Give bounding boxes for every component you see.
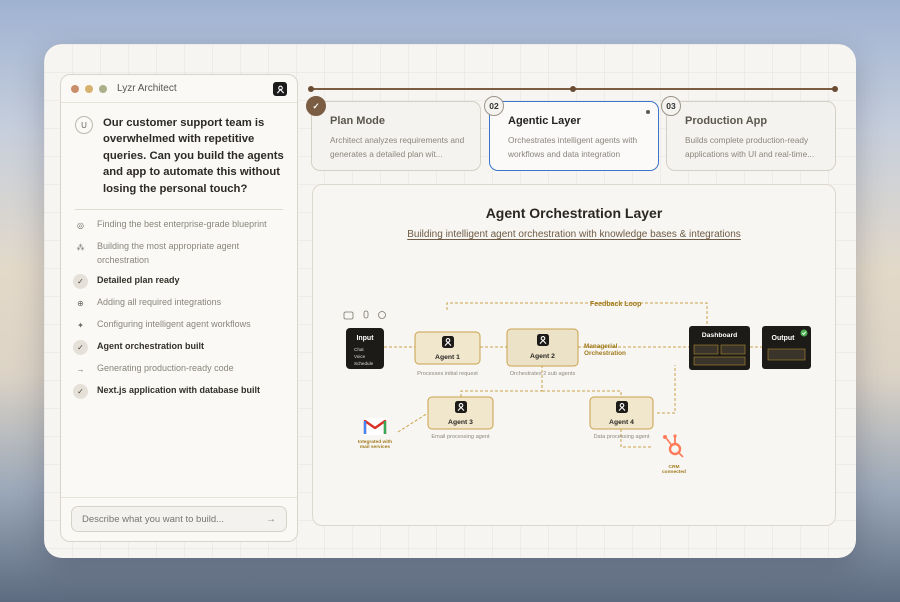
target-icon: ◎: [77, 221, 84, 231]
progress-step-label: Configuring intelligent agent workflows: [97, 319, 251, 330]
feedback-loop-line: [446, 302, 708, 325]
agent-4-label: Agent 4: [609, 419, 634, 426]
arrow-right-icon: →: [76, 365, 85, 375]
progress-step-label: Agent orchestration built: [97, 341, 205, 352]
stage-title: Agentic Layer: [508, 115, 581, 127]
sparkle-icon: ✦: [77, 321, 84, 331]
user-message-text: Our customer support team is overwhelmed…: [103, 117, 284, 195]
progress-step: ◎ Finding the best enterprise-grade bluep…: [73, 218, 285, 233]
progress-step-label: Generating production-ready code: [97, 363, 234, 374]
app-frame: Lyzr Architect U Our customer support te…: [44, 44, 856, 558]
mic-icon: [363, 310, 369, 319]
progress-step: ✦ Configuring intelligent agent workflows: [73, 318, 285, 333]
chat-icon: [343, 311, 354, 320]
progress-step: ✓ Agent orchestration built: [73, 340, 285, 356]
agent-3-label: Agent 3: [448, 419, 473, 426]
feedback-loop-label: Feedback Loop: [590, 301, 641, 308]
progress-steps: ◎ Finding the best enterprise-grade bluep…: [61, 218, 297, 400]
clock-icon: [378, 311, 386, 319]
agent-1-caption: Processes initial request: [417, 371, 478, 377]
orchestration-diagram: Feedback Loop Input Chat Voice Schedule: [343, 301, 811, 475]
input-item-chat: Chat: [354, 347, 364, 352]
check-icon: ✓: [73, 340, 88, 356]
agent-2-caption: Orchestrates 2 sub agents: [510, 371, 576, 377]
agent-4-node: Agent 4 Data processing agent: [589, 396, 654, 440]
managerial-label-line2: Orchestration: [584, 350, 626, 357]
network-icon: ⁂: [76, 243, 85, 253]
stage-number-badge: 02: [484, 96, 504, 116]
input-channel-icons: [343, 310, 386, 320]
crm-caption-line2: connected: [662, 469, 686, 475]
gmail-caption-line2: mail services: [360, 444, 390, 450]
lyzr-logo-icon: [273, 82, 287, 96]
stage-description: Orchestrates intelligent agents with wor…: [508, 135, 638, 159]
prompt-input[interactable]: [82, 513, 252, 525]
progress-step: ⁂ Building the most appropriate agent orc…: [73, 240, 285, 267]
active-indicator-dot: [646, 110, 650, 114]
check-icon: ✓: [306, 96, 326, 116]
close-window-dot[interactable]: [71, 84, 79, 93]
managerial-label-line1: Managerial: [584, 343, 618, 350]
output-label: Output: [772, 335, 796, 342]
user-message: U Our customer support team is overwhelm…: [61, 103, 297, 197]
stage-card-plan-mode[interactable]: ✓ Plan Mode Architect analyzes requireme…: [306, 96, 481, 171]
stage-description: Architect analyzes requirements and gene…: [330, 135, 465, 159]
progress-step-label: Finding the best enterprise-grade bluepr…: [97, 219, 267, 230]
progress-step-label: Detailed plan ready: [97, 275, 180, 286]
stage-progress-line: [308, 86, 838, 92]
stage-description: Builds complete production-ready applica…: [685, 135, 815, 159]
stage-card-production-app[interactable]: 03 Production App Builds complete produc…: [661, 96, 836, 171]
dashboard-node: Dashboard: [689, 326, 750, 370]
maximize-window-dot[interactable]: [99, 84, 107, 93]
stage-title: Plan Mode: [330, 115, 386, 127]
send-arrow-icon[interactable]: →: [266, 514, 276, 525]
check-icon: ✓: [73, 384, 88, 400]
globe-icon: ⊕: [77, 299, 84, 309]
input-item-schedule: Schedule: [354, 361, 374, 366]
chat-panel: Lyzr Architect U Our customer support te…: [60, 74, 298, 542]
stage-card-agentic-layer[interactable]: 02 Agentic Layer Orchestrates intelligen…: [484, 96, 659, 171]
progress-step-label: Next.js application with database built: [97, 385, 261, 396]
chat-titlebar: Lyzr Architect: [61, 75, 297, 103]
progress-step: ✓ Next.js application with database built: [73, 384, 285, 400]
check-icon: ✓: [73, 274, 88, 290]
agent-2-node: Agent 2 Orchestrates 2 sub agents: [506, 328, 579, 377]
agent-1-node: Agent 1 Processes initial request: [414, 331, 481, 377]
progress-step-label: Adding all required integrations: [97, 297, 222, 308]
agent-3-caption: Email processing agent: [431, 434, 490, 440]
progress-dot-start: [308, 86, 314, 92]
progress-step-label: Building the most appropriate agent orch…: [97, 241, 240, 265]
agent-2-label: Agent 2: [530, 353, 555, 360]
divider: [75, 209, 283, 211]
stage-number-badge: 03: [661, 96, 681, 116]
output-check-icon: [800, 329, 808, 337]
progress-dot-middle: [570, 86, 576, 92]
agent-3-node: Agent 3 Email processing agent: [427, 396, 494, 440]
chat-footer: →: [61, 497, 297, 541]
agent-4-caption: Data processing agent: [594, 434, 650, 440]
gmail-icon: [363, 418, 387, 435]
output-node: Output: [762, 326, 811, 369]
orchestration-panel: Agent Orchestration Layer Building intel…: [312, 184, 836, 526]
progress-step: ✓ Detailed plan ready: [73, 274, 285, 290]
stage-title: Production App: [685, 115, 768, 127]
minimize-window-dot[interactable]: [85, 84, 93, 93]
window-controls: [71, 84, 107, 93]
input-node-label: Input: [356, 335, 374, 342]
user-avatar: U: [75, 116, 93, 134]
dashboard-label: Dashboard: [702, 332, 738, 339]
progress-step: → Generating production-ready code: [73, 362, 285, 377]
agent-1-label: Agent 1: [435, 354, 460, 361]
progress-step: ⊕ Adding all required integrations: [73, 296, 285, 311]
app-title: Lyzr Architect: [117, 83, 177, 94]
progress-dot-end: [832, 86, 838, 92]
input-node: Input Chat Voice Schedule: [346, 328, 384, 369]
prompt-input-box[interactable]: →: [71, 506, 287, 532]
hubspot-icon: [663, 434, 684, 458]
input-item-voice: Voice: [354, 354, 366, 359]
